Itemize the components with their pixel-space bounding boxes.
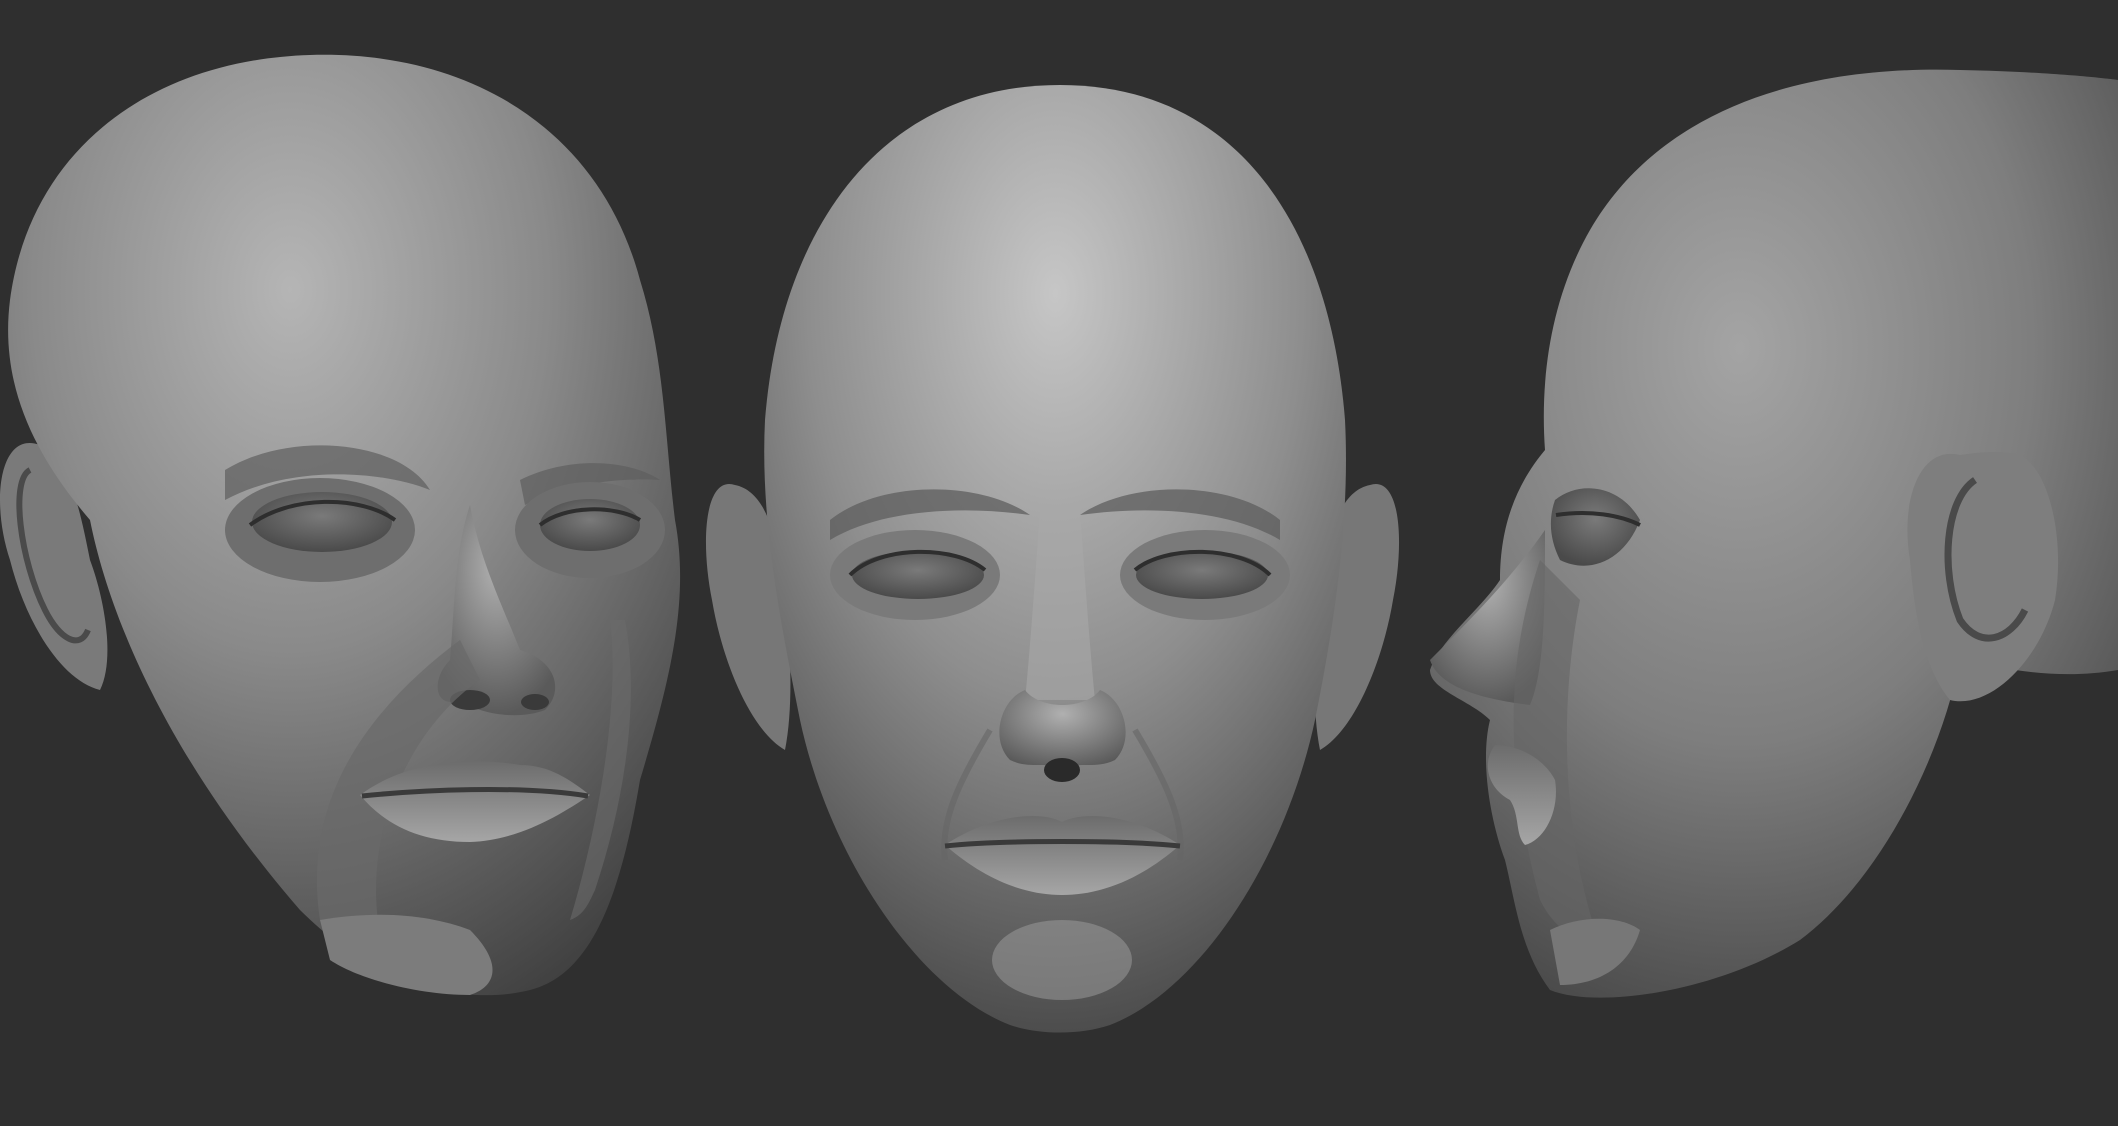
eye-left bbox=[540, 499, 640, 551]
sculpt-canvas bbox=[0, 0, 2118, 1126]
sculpt-viewport[interactable] bbox=[0, 0, 2118, 1126]
